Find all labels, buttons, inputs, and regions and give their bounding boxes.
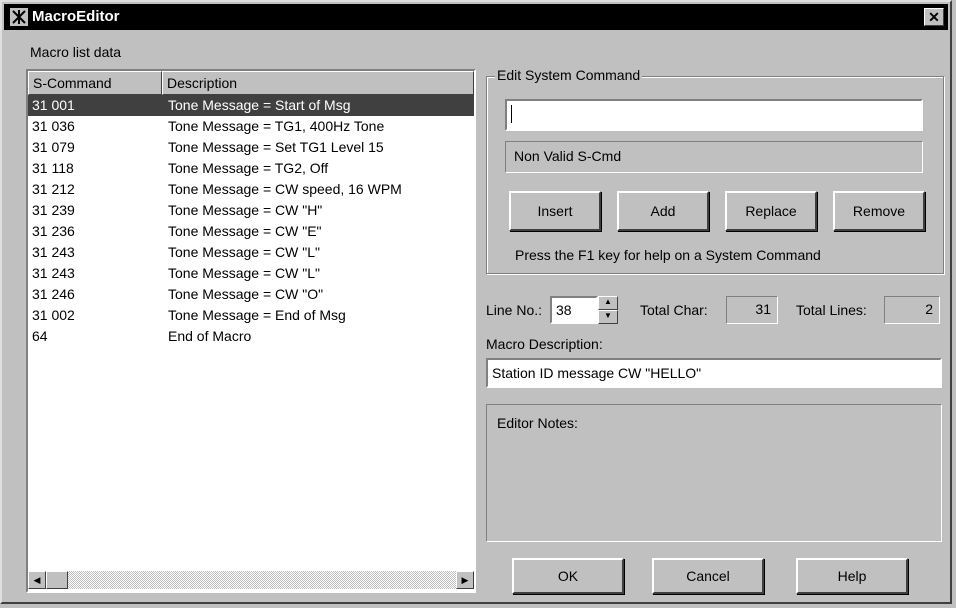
list-item-command: 31 243 (32, 265, 75, 281)
total-lines-field: 2 (884, 296, 940, 324)
list-item-command: 31 239 (32, 202, 75, 218)
list-item-command: 31 001 (32, 97, 75, 113)
list-item-command: 31 002 (32, 307, 75, 323)
macro-description-input[interactable]: Station ID message CW "HELLO" (486, 358, 942, 388)
arrow-up-icon: ▲ (604, 297, 612, 306)
list-item[interactable]: 31 212 Tone Message = CW speed, 16 WPM (28, 179, 474, 200)
command-status: Non Valid S-Cmd (505, 141, 923, 173)
list-item[interactable]: 31 036 Tone Message = TG1, 400Hz Tone (28, 116, 474, 137)
total-char-value: 31 (755, 301, 771, 317)
list-item[interactable]: 31 002 Tone Message = End of Msg (28, 305, 474, 326)
edit-system-command-group: Edit System Command Non Valid S-Cmd Inse… (486, 67, 944, 274)
scroll-thumb[interactable] (46, 571, 68, 589)
macro-editor-window: MacroEditor ✕ Macro list data S-Command … (0, 0, 952, 604)
list-item[interactable]: 31 236 Tone Message = CW "E" (28, 221, 474, 242)
list-item-command: 31 236 (32, 223, 75, 239)
list-header: S-Command Description (28, 71, 474, 95)
editor-notes-label: Editor Notes: (497, 415, 578, 431)
cancel-button[interactable]: Cancel (652, 558, 764, 594)
list-item-command: 31 118 (32, 160, 74, 176)
column-header-s-command[interactable]: S-Command (28, 71, 162, 95)
macro-description-value: Station ID message CW "HELLO" (492, 365, 702, 381)
add-button[interactable]: Add (617, 191, 709, 231)
list-item[interactable]: 31 243 Tone Message = CW "L" (28, 263, 474, 284)
line-no-label: Line No.: (486, 302, 543, 318)
list-item-description: Tone Message = CW speed, 16 WPM (168, 181, 402, 197)
list-item-description: Tone Message = TG1, 400Hz Tone (168, 118, 385, 134)
total-lines-value: 2 (925, 301, 933, 317)
line-no-up-button[interactable]: ▲ (598, 296, 618, 310)
command-status-text: Non Valid S-Cmd (514, 148, 622, 164)
list-item-description: Tone Message = CW "L" (168, 244, 320, 260)
total-char-field: 31 (726, 296, 778, 324)
scroll-left-button[interactable]: ◀ (28, 571, 46, 589)
list-item-command: 31 212 (32, 181, 75, 197)
arrow-right-icon: ▶ (461, 575, 469, 585)
list-item-description: Tone Message = CW "O" (168, 286, 324, 302)
scroll-track[interactable] (46, 571, 456, 589)
title-bar[interactable]: MacroEditor ✕ (4, 4, 948, 30)
list-item[interactable]: 31 243 Tone Message = CW "L" (28, 242, 474, 263)
ok-button[interactable]: OK (512, 558, 624, 594)
close-icon: ✕ (928, 9, 940, 25)
line-no-down-button[interactable]: ▼ (598, 310, 618, 324)
help-button[interactable]: Help (796, 558, 908, 594)
list-item-description: Tone Message = Start of Msg (168, 97, 351, 113)
list-item-description: Tone Message = Set TG1 Level 15 (168, 139, 384, 155)
list-item-description: Tone Message = CW "H" (168, 202, 323, 218)
insert-button[interactable]: Insert (509, 191, 601, 231)
help-hint: Press the F1 key for help on a System Co… (515, 247, 821, 263)
list-item-description: Tone Message = CW "L" (168, 265, 320, 281)
list-item-description: Tone Message = CW "E" (168, 223, 322, 239)
list-item[interactable]: 64 End of Macro (28, 326, 474, 347)
line-no-input[interactable]: 38 (550, 296, 598, 324)
close-button[interactable]: ✕ (924, 8, 944, 26)
remove-button[interactable]: Remove (833, 191, 925, 231)
list-item-command: 64 (32, 328, 48, 344)
list-item-description: Tone Message = End of Msg (168, 307, 346, 323)
line-no-value: 38 (556, 302, 572, 318)
list-rows: 31 001 Tone Message = Start of Msg 31 036 T… (28, 95, 474, 347)
command-input[interactable] (505, 99, 923, 131)
list-item[interactable]: 31 118 Tone Message = TG2, Off (28, 158, 474, 179)
list-item-description: End of Macro (168, 328, 252, 344)
list-item[interactable]: 31 001 Tone Message = Start of Msg (28, 95, 474, 116)
arrow-down-icon: ▼ (604, 311, 612, 320)
list-item-command: 31 246 (32, 286, 75, 302)
horizontal-scrollbar[interactable]: ◀ ▶ (28, 571, 474, 591)
app-icon (10, 8, 28, 26)
total-lines-label: Total Lines: (796, 302, 867, 318)
arrow-left-icon: ◀ (33, 575, 41, 585)
list-item-command: 31 036 (32, 118, 75, 134)
macro-list-label: Macro list data (30, 44, 122, 60)
replace-button[interactable]: Replace (725, 191, 817, 231)
list-item-description: Tone Message = TG2, Off (168, 160, 329, 176)
total-char-label: Total Char: (640, 302, 708, 318)
column-header-description[interactable]: Description (162, 71, 474, 95)
list-item[interactable]: 31 246 Tone Message = CW "O" (28, 284, 474, 305)
list-item[interactable]: 31 079 Tone Message = Set TG1 Level 15 (28, 137, 474, 158)
list-item[interactable]: 31 239 Tone Message = CW "H" (28, 200, 474, 221)
macro-description-label: Macro Description: (486, 336, 603, 352)
list-item-command: 31 079 (32, 139, 75, 155)
text-caret (511, 105, 512, 123)
editor-notes-box[interactable]: Editor Notes: (486, 404, 942, 542)
edit-group-title: Edit System Command (495, 67, 643, 83)
list-item-command: 31 243 (32, 244, 75, 260)
window-title: MacroEditor (32, 8, 120, 25)
scroll-right-button[interactable]: ▶ (456, 571, 474, 589)
macro-list[interactable]: S-Command Description 31 001 Tone Message… (26, 69, 476, 593)
